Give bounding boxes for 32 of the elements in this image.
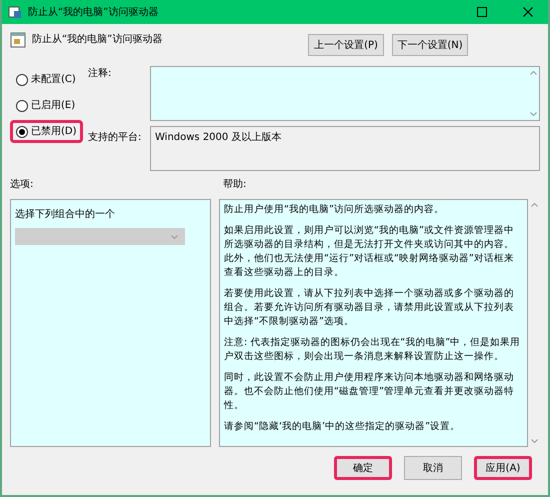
scroll-up-icon[interactable] <box>530 203 538 207</box>
window-title: 防止从“我的电脑”访问驱动器 <box>28 6 160 20</box>
help-paragraph: 若要使用此设置，请从下拉列表中选择一个驱动器或多个驱动器的组合。若要允许访问所有驱动器目录，请禁用此设置或从下拉列表中选择“不限制驱动器”选项。 <box>224 287 515 329</box>
comment-label: 注释: <box>88 66 112 81</box>
comment-field[interactable] <box>150 66 540 121</box>
maximize-icon[interactable] <box>477 7 487 17</box>
scroll-down-icon[interactable] <box>530 112 536 116</box>
nav-button[interactable]: 上一个设置(P) <box>308 34 384 56</box>
dialog-button[interactable]: 应用(A) <box>474 456 532 480</box>
radio-option[interactable]: 未配置(C) <box>10 68 82 91</box>
help-paragraph: 注意: 代表指定驱动器的图标仍会出现在“我的电脑”中，但是如果用户双击这些图标，则会出现一条消息来解释设置防止这一操作。 <box>224 336 522 364</box>
nav-button[interactable]: 下一个设置(N) <box>392 34 468 56</box>
close-icon[interactable] <box>523 7 533 17</box>
scroll-up-icon[interactable] <box>530 71 536 75</box>
radio-option[interactable]: 已启用(E) <box>10 94 82 117</box>
dialog-button[interactable]: 取消 <box>404 456 462 480</box>
help-paragraph: 请参阅“隐藏‘我的电脑’中的这些指定的驱动器”设置。 <box>224 420 462 434</box>
help-paragraph: 如果启用此设置，则用户可以浏览“我的电脑”或文件资源管理器中所选驱动器的目录结构，但是无法打开文件夹或访问其中的内容。此外，他们也无法使用“运行”对话框或“映射网络驱动器”对话框来查看这些驱动器上的目录。 <box>224 224 515 280</box>
platform-field: Windows 2000 及以上版本 <box>150 126 540 171</box>
options-label: 选项: <box>10 178 34 192</box>
dialog-button[interactable]: 确定 <box>334 456 392 480</box>
help-label: 帮助: <box>223 178 246 192</box>
policy-title: 防止从“我的电脑”访问驱动器 <box>32 32 162 47</box>
dropdown-caret-icon <box>171 234 178 238</box>
app-icon <box>8 5 22 19</box>
platform-label: 支持的平台: <box>88 130 142 145</box>
scroll-down-icon[interactable] <box>530 439 538 443</box>
help-paragraph: 防止用户使用“我的电脑”访问所选驱动器的内容。 <box>224 203 445 217</box>
radio-option[interactable]: 已禁用(D) <box>10 120 83 143</box>
help-paragraph: 同时，此设置不会防止用户使用程序来访问本地驱动器和网络驱动器。也不会防止他们使用“磁盘管理”管理单元查看并更改驱动器特性。 <box>224 371 515 413</box>
policy-icon <box>10 32 26 48</box>
options-prompt: 选择下列组合中的一个 <box>15 208 116 222</box>
